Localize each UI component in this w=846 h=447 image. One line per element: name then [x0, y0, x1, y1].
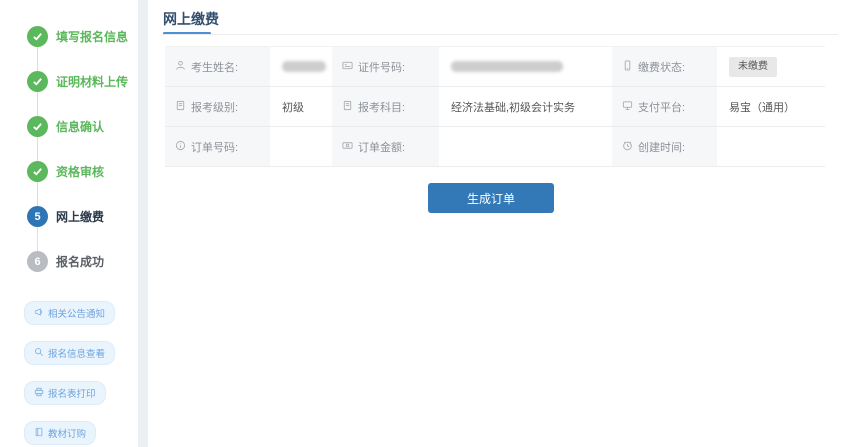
quick-links: 相关公告通知 报名信息查看 报名表打印 教材订购 [24, 301, 116, 445]
redacted-id-number [451, 61, 563, 72]
page-title: 网上缴费 [163, 11, 219, 27]
order-number-label: 订单号码: [165, 127, 270, 167]
step-label: 填写报名信息 [56, 30, 129, 44]
label-text: 报考科目: [358, 101, 406, 114]
step-label: 证明材料上传 [56, 75, 129, 89]
printer-icon [34, 387, 44, 400]
order-amount-value [439, 127, 612, 167]
order-number-value [270, 127, 332, 167]
exam-level-value: 初级 [270, 87, 332, 127]
exam-subjects-label: 报考科目: [332, 87, 439, 127]
step-registration-success: 6 报名成功 [27, 239, 128, 284]
page: 填写报名信息 证明材料上传 信息确认 资格审核 5 网上缴费 6 报名成功 相关… [0, 0, 846, 447]
header-divider [163, 34, 838, 35]
announcements-button[interactable]: 相关公告通知 [24, 301, 116, 325]
megaphone-icon [34, 307, 44, 320]
document-icon [342, 100, 353, 114]
status-badge: 未缴费 [729, 56, 777, 77]
label-text: 考生姓名: [191, 61, 239, 74]
quick-link-label: 相关公告通知 [48, 309, 106, 320]
label-text: 订单号码: [191, 141, 239, 154]
candidate-name-label: 考生姓名: [165, 47, 270, 87]
step-fill-registration-info: 填写报名信息 [27, 14, 129, 71]
step-label: 资格审核 [56, 165, 105, 179]
quick-link-label: 教材订购 [48, 429, 87, 440]
view-registration-info-button[interactable]: 报名信息查看 [24, 341, 116, 365]
creation-time-label: 创建时间: [612, 127, 717, 167]
payment-platform-value: 易宝（通用） [717, 87, 825, 127]
exam-level-label: 报考级别: [165, 87, 270, 127]
check-icon [27, 71, 48, 92]
user-icon [175, 60, 186, 74]
id-number-value [439, 47, 612, 87]
registration-stepper: 填写报名信息 证明材料上传 信息确认 资格审核 5 网上缴费 6 报名成功 [27, 14, 128, 284]
label-text: 报考级别: [191, 101, 239, 114]
order-amount-label: 订单金额: [332, 127, 439, 167]
step-label: 信息确认 [56, 120, 105, 134]
id-card-icon [342, 60, 353, 74]
mobile-icon [622, 59, 633, 74]
label-text: 缴费状态: [638, 61, 686, 74]
id-number-label: 证件号码: [332, 47, 439, 87]
payment-platform-label: 支付平台: [612, 87, 717, 127]
payment-status-value: 未缴费 [717, 47, 825, 87]
quick-link-label: 报名表打印 [48, 389, 96, 400]
label-text: 证件号码: [358, 61, 406, 74]
textbook-order-button[interactable]: 教材订购 [24, 421, 97, 445]
monitor-icon [622, 100, 633, 114]
redacted-name [282, 61, 326, 72]
check-icon [27, 26, 48, 47]
label-text: 订单金额: [358, 141, 406, 154]
label-text: 支付平台: [638, 101, 686, 114]
step-upload-materials: 证明材料上传 [27, 59, 129, 116]
clock-icon [622, 140, 633, 154]
payment-info-table: 考生姓名: 证件号码: 缴费状态: 未缴费 报考级别: 初级 报考科目: 经济法… [165, 46, 825, 167]
creation-time-value [717, 127, 825, 167]
vertical-divider [138, 0, 148, 447]
check-icon [27, 161, 48, 182]
step-online-payment: 5 网上缴费 [27, 194, 128, 251]
step-qualification-review: 资格审核 [27, 149, 128, 206]
print-registration-form-button[interactable]: 报名表打印 [24, 381, 106, 405]
step-number: 6 [27, 251, 48, 272]
search-icon [34, 347, 44, 360]
quick-link-label: 报名信息查看 [48, 349, 106, 360]
banknote-icon [342, 140, 353, 154]
book-icon [34, 427, 44, 440]
info-circle-icon [175, 140, 186, 154]
step-label: 网上缴费 [56, 210, 105, 224]
sidebar: 填写报名信息 证明材料上传 信息确认 资格审核 5 网上缴费 6 报名成功 相关… [0, 0, 138, 447]
check-icon [27, 116, 48, 137]
generate-order-button[interactable]: 生成订单 [428, 183, 554, 213]
step-info-confirm: 信息确认 [27, 104, 128, 161]
step-number: 5 [27, 206, 48, 227]
document-icon [175, 100, 186, 114]
step-label: 报名成功 [56, 255, 105, 269]
main-panel: 网上缴费 考生姓名: 证件号码: 缴费状态: 未缴费 报考级别: 初级 报考科目… [148, 0, 846, 447]
payment-status-label: 缴费状态: [612, 47, 717, 87]
label-text: 创建时间: [638, 141, 686, 154]
exam-subjects-value: 经济法基础,初级会计实务 [439, 87, 612, 127]
candidate-name-value [270, 47, 332, 87]
